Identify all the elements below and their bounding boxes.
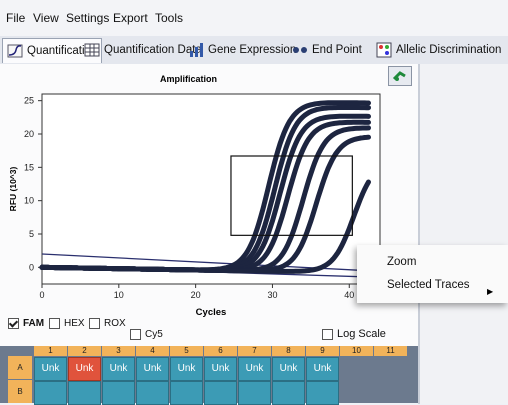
x-tick-label: 40 <box>344 290 354 300</box>
plate-well[interactable] <box>238 381 271 405</box>
x-axis-label: Cycles <box>196 307 227 318</box>
plate-column-header[interactable]: 1 <box>34 346 67 356</box>
x-tick-label: 0 <box>39 290 44 300</box>
menu-settings[interactable]: Settings <box>66 11 109 25</box>
plate-row-b[interactable]: B <box>8 380 32 403</box>
chart-options-icon[interactable] <box>388 66 412 86</box>
plate-well[interactable] <box>136 381 169 405</box>
plate-well[interactable]: Unk <box>136 357 169 381</box>
plate-well[interactable]: Unk <box>204 357 237 381</box>
plate-column-header[interactable]: 6 <box>204 346 237 356</box>
plate-well[interactable] <box>68 381 101 405</box>
y-tick-label: 10 <box>24 196 34 206</box>
plate-well[interactable]: Unk <box>68 357 101 381</box>
plate-row-a[interactable]: A <box>8 356 32 379</box>
zoom-menu-item[interactable]: Zoom <box>387 256 416 268</box>
menu-export[interactable]: Export <box>113 11 148 25</box>
plate-column-header[interactable]: 7 <box>238 346 271 356</box>
plate-well[interactable] <box>34 381 67 405</box>
plate-column-header[interactable]: 10 <box>340 346 373 356</box>
right-panel <box>418 64 508 404</box>
y-tick-label: 25 <box>24 96 34 106</box>
channel-fam[interactable]: FAM <box>8 318 44 329</box>
plate-column-header[interactable]: 2 <box>68 346 101 356</box>
bar-chart-icon <box>188 42 204 58</box>
plate-column-header[interactable]: 5 <box>170 346 203 356</box>
menu-tools[interactable]: Tools <box>155 11 183 25</box>
tab-bar: Quantification Quantification Data Gene … <box>0 36 508 65</box>
tab-gene-expression[interactable]: Gene Expression <box>188 38 296 62</box>
submenu-arrow-icon: ▶ <box>487 287 494 296</box>
fam-checkbox[interactable] <box>8 318 19 329</box>
amplification-chart[interactable]: 0 5 10 15 20 25 0 10 20 30 40 Cycles RFU (10^3) <box>0 84 418 320</box>
plate-well[interactable]: Unk <box>238 357 271 381</box>
plate-well[interactable] <box>306 381 339 405</box>
menu-bar: File View Settings Export Tools <box>0 0 508 36</box>
tab-allelic-discrimination[interactable]: Allelic Discrimination <box>376 38 501 62</box>
selected-traces-menu-item[interactable]: Selected Traces <box>387 279 469 291</box>
plate-well[interactable]: Unk <box>170 357 203 381</box>
y-tick-label: 15 <box>24 162 34 172</box>
end-point-icon <box>292 42 308 58</box>
x-tick-label: 30 <box>267 290 277 300</box>
table-icon <box>84 42 100 58</box>
y-tick-label: 0 <box>29 262 34 272</box>
y-tick-label: 20 <box>24 129 34 139</box>
tab-quantification-data[interactable]: Quantification Data <box>84 38 202 62</box>
x-tick-label: 20 <box>191 290 201 300</box>
channel-cy5[interactable]: Cy5 <box>130 329 163 340</box>
plate-column-header[interactable]: 3 <box>102 346 135 356</box>
cy5-checkbox[interactable] <box>130 329 141 340</box>
plate-well[interactable]: Unk <box>272 357 305 381</box>
menu-file[interactable]: File <box>6 11 25 25</box>
context-menu: Zoom Selected Traces ▶ <box>357 245 508 303</box>
rox-checkbox[interactable] <box>89 318 100 329</box>
menu-view[interactable]: View <box>33 11 59 25</box>
plate-well[interactable] <box>102 381 135 405</box>
plate-column-header[interactable]: 8 <box>272 346 305 356</box>
y-axis-label: RFU (10^3) <box>8 167 18 212</box>
channel-rox[interactable]: ROX <box>89 318 126 329</box>
plate-well[interactable]: Unk <box>102 357 135 381</box>
x-tick-label: 10 <box>114 290 124 300</box>
channel-hex[interactable]: HEX <box>49 318 85 329</box>
plate-column-header[interactable]: 4 <box>136 346 169 356</box>
log-scale-checkbox[interactable] <box>322 328 333 340</box>
hex-checkbox[interactable] <box>49 318 60 329</box>
plate-well[interactable] <box>204 381 237 405</box>
plate-column-header[interactable]: 11 <box>374 346 407 356</box>
chart-title: Amplification <box>160 74 218 84</box>
plate-well[interactable] <box>170 381 203 405</box>
allelic-icon <box>376 42 392 58</box>
plate-well[interactable]: Unk <box>34 357 67 381</box>
y-tick-label: 5 <box>29 229 34 239</box>
tab-end-point[interactable]: End Point <box>292 38 362 62</box>
plate-well[interactable] <box>272 381 305 405</box>
plate-well[interactable]: Unk <box>306 357 339 381</box>
log-scale-toggle[interactable]: Log Scale <box>322 328 386 340</box>
quantification-icon <box>7 43 23 59</box>
plate-column-header[interactable]: 9 <box>306 346 339 356</box>
